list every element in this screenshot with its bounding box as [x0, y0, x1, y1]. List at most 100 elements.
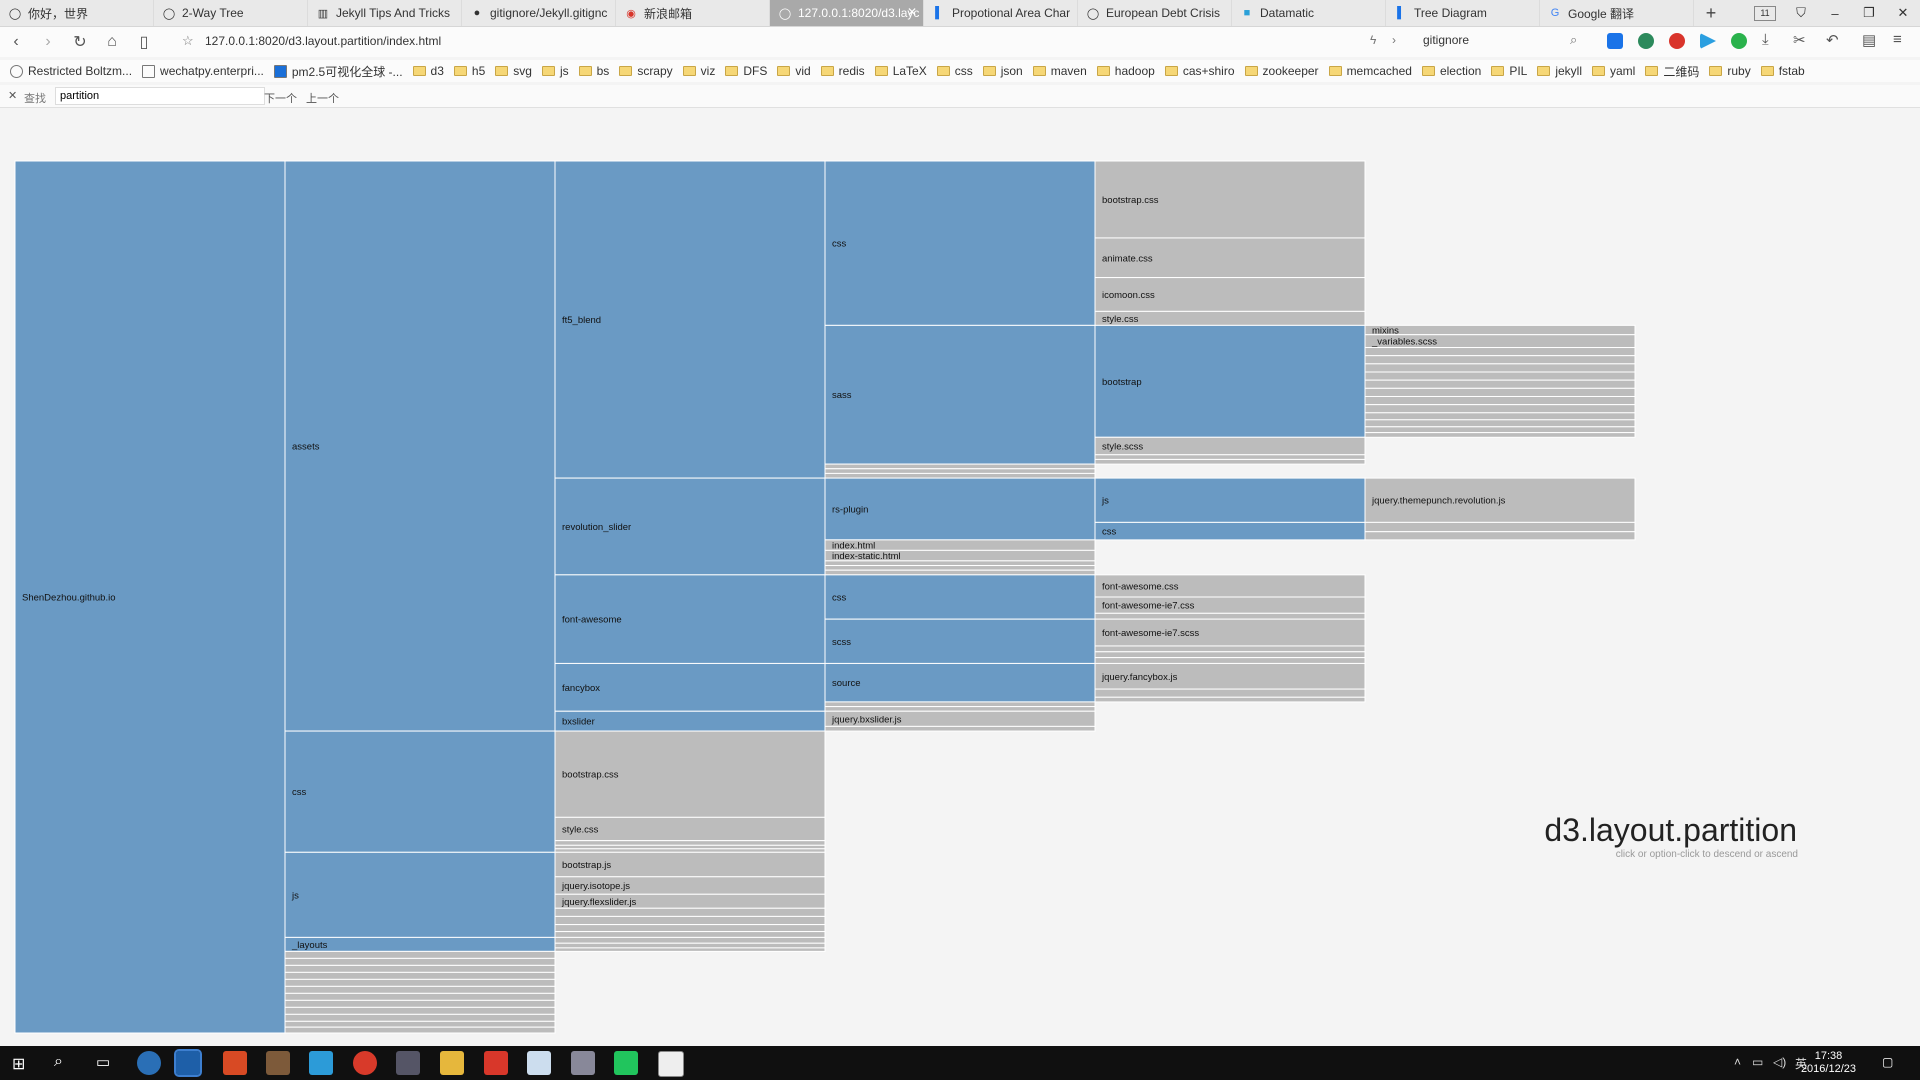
close-find-icon[interactable]: ✕ — [8, 89, 17, 102]
windows-start-icon[interactable]: ⊞ — [12, 1054, 25, 1074]
bookmark-item[interactable]: js — [541, 64, 569, 78]
partition-rect[interactable] — [284, 992, 556, 1001]
partition-rect[interactable] — [284, 964, 556, 973]
partition-file-node[interactable]: style.scss — [1094, 436, 1366, 456]
partition-folder-node[interactable]: css — [824, 574, 1096, 620]
partition-file-node[interactable] — [284, 992, 556, 1001]
partition-rect[interactable] — [1364, 426, 1636, 434]
partition-file-node[interactable] — [1094, 454, 1366, 460]
partition-file-node[interactable] — [1094, 696, 1366, 703]
partition-file-node[interactable]: bootstrap.css — [554, 730, 826, 818]
partition-rect[interactable] — [554, 844, 826, 850]
tab-5[interactable]: ◯ 127.0.0.1:8020/d3.layc ✕ — [770, 0, 924, 26]
partition-folder-node[interactable]: _layouts — [284, 936, 556, 952]
partition-folder-node[interactable]: ft5_blend — [554, 160, 826, 479]
partition-file-node[interactable] — [1364, 379, 1636, 389]
partition-rect[interactable] — [1364, 324, 1636, 336]
tab-6[interactable]: ▌ Propotional Area Char — [924, 0, 1078, 26]
bookmark-item[interactable]: PIL — [1491, 64, 1527, 78]
partition-rect[interactable] — [1094, 657, 1366, 664]
partition-file-node[interactable] — [284, 957, 556, 966]
back-icon[interactable]: ‹ — [0, 33, 32, 51]
partition-file-node[interactable] — [1364, 347, 1636, 357]
python-taskbar-icon[interactable] — [309, 1051, 333, 1075]
partition-file-node[interactable]: bootstrap.js — [554, 851, 826, 878]
tab-3[interactable]: ● gitignore/Jekyll.gitignc — [462, 0, 616, 26]
partition-file-node[interactable] — [1364, 521, 1636, 533]
partition-file-node[interactable] — [1094, 645, 1366, 653]
partition-folder-node[interactable]: ShenDezhou.github.io — [14, 160, 286, 1034]
search-icon[interactable]: ⌕ — [1570, 32, 1577, 48]
partition-folder-node[interactable]: css — [284, 730, 556, 853]
photo-taskbar-icon[interactable] — [396, 1051, 420, 1075]
partition-file-node[interactable] — [284, 978, 556, 987]
download-icon[interactable]: ⤓ — [1762, 31, 1769, 48]
search-taskbar-icon[interactable]: ⌕ — [54, 1053, 63, 1071]
partition-file-node[interactable] — [284, 1013, 556, 1022]
pycharm-taskbar-icon[interactable] — [614, 1051, 638, 1075]
partition-rect[interactable] — [554, 710, 826, 732]
tray-arrow-icon[interactable]: ˄ — [1734, 1055, 1741, 1069]
partition-file-node[interactable] — [284, 971, 556, 980]
bookmark-ext-icon[interactable] — [1607, 33, 1623, 49]
partition-file-node[interactable]: jquery.flexslider.js — [554, 893, 826, 909]
partition-rect[interactable] — [284, 851, 556, 938]
partition-rect[interactable] — [1094, 477, 1366, 523]
partition-file-node[interactable] — [554, 848, 826, 853]
partition-file-node[interactable]: jquery.fancybox.js — [1094, 662, 1366, 690]
partition-rect[interactable] — [1364, 371, 1636, 381]
bookmark-item[interactable]: memcached — [1328, 64, 1412, 78]
partition-file-node[interactable] — [284, 999, 556, 1008]
partition-file-node[interactable] — [554, 947, 826, 952]
bookmark-item[interactable]: css — [936, 64, 973, 78]
adblock-icon[interactable] — [1669, 33, 1685, 49]
partition-file-node[interactable] — [1364, 395, 1636, 406]
bookmark-item[interactable]: ruby — [1709, 64, 1751, 78]
network-icon[interactable]: ▭ — [1752, 1055, 1763, 1069]
partition-file-node[interactable]: style.css — [554, 816, 826, 842]
partition-file-node[interactable]: jquery.themepunch.revolution.js — [1364, 477, 1636, 523]
tab-4[interactable]: ◉ 新浪邮箱 — [616, 0, 770, 26]
partition-rect[interactable] — [1364, 412, 1636, 421]
partition-rect[interactable] — [824, 701, 1096, 708]
wps-taskbar-icon[interactable] — [484, 1051, 508, 1075]
bookmark-item[interactable]: d3 — [412, 64, 444, 78]
partition-rect[interactable] — [824, 662, 1096, 703]
menu-icon[interactable]: ≡ — [1893, 31, 1902, 48]
partition-file-node[interactable]: jquery.isotope.js — [554, 876, 826, 895]
reader-icon[interactable]: ▯ — [128, 32, 160, 52]
task-view-icon[interactable]: ▭ — [96, 1053, 110, 1071]
clock[interactable]: 17:38 2016/12/23 — [1801, 1050, 1856, 1076]
image-viewer-taskbar-icon[interactable] — [658, 1051, 684, 1077]
partition-file-node[interactable] — [1094, 612, 1366, 620]
partition-file-node[interactable] — [284, 1020, 556, 1028]
partition-rect[interactable] — [284, 730, 556, 853]
find-prev-button[interactable]: 上一个 — [306, 90, 339, 106]
partition-rect[interactable] — [1364, 531, 1636, 541]
partition-file-node[interactable]: _variables.scss — [1364, 334, 1636, 349]
partition-file-node[interactable] — [554, 907, 826, 917]
forward-icon[interactable]: › — [32, 33, 64, 51]
partition-file-node[interactable] — [284, 950, 556, 959]
partition-file-node[interactable] — [554, 840, 826, 846]
partition-rect[interactable] — [554, 931, 826, 938]
bookmark-item[interactable]: hadoop — [1096, 64, 1155, 78]
partition-file-node[interactable] — [1364, 363, 1636, 373]
home-icon[interactable]: ⌂ — [96, 33, 128, 51]
partition-rect[interactable] — [554, 840, 826, 846]
partition-rect[interactable] — [1094, 696, 1366, 703]
settings-taskbar-icon[interactable] — [571, 1051, 595, 1075]
partition-folder-node[interactable]: fancybox — [554, 662, 826, 712]
bookmark-item[interactable]: viz — [682, 64, 715, 78]
partition-rect[interactable] — [824, 324, 1096, 465]
app-taskbar-icon[interactable] — [266, 1051, 290, 1075]
bookmark-item[interactable]: wechatpy.enterpri... — [142, 64, 264, 78]
bookmark-item[interactable]: maven — [1032, 64, 1087, 78]
partition-file-node[interactable] — [1364, 531, 1636, 541]
partition-file-node[interactable]: font-awesome-ie7.css — [1094, 596, 1366, 614]
partition-rect[interactable] — [554, 848, 826, 853]
partition-file-node[interactable]: icomoon.css — [1094, 277, 1366, 312]
partition-rect[interactable] — [1364, 404, 1636, 414]
partition-rect[interactable] — [554, 907, 826, 917]
partition-file-node[interactable] — [1364, 371, 1636, 381]
